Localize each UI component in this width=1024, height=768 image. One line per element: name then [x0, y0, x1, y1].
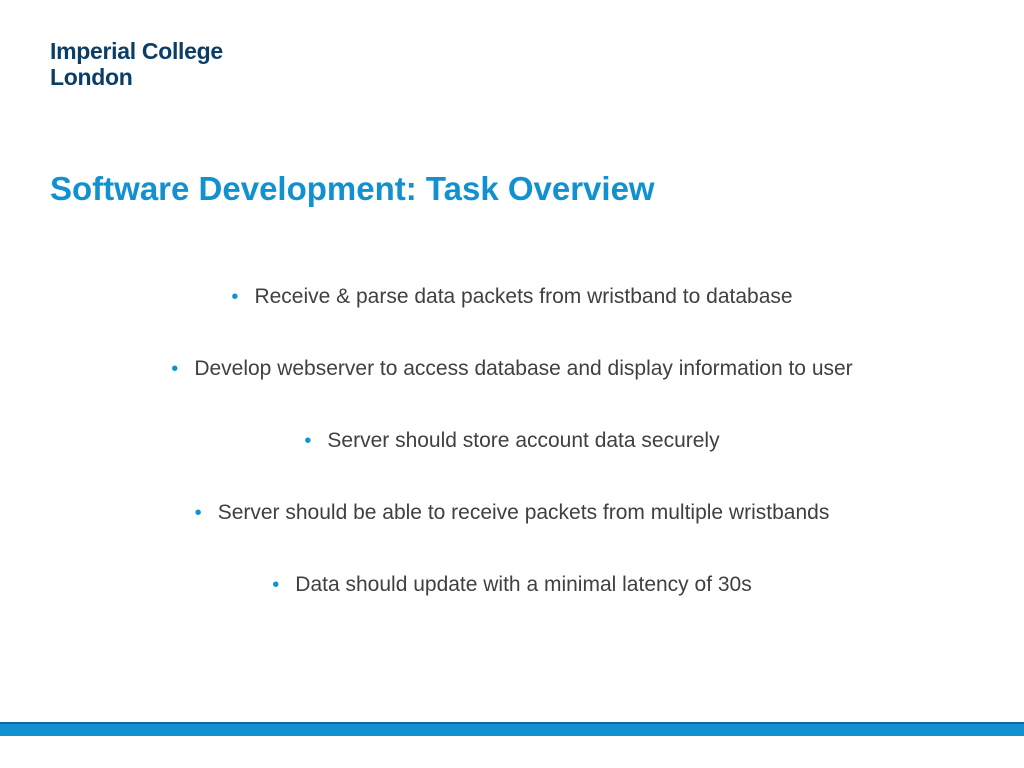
list-item: • Data should update with a minimal late… [272, 573, 751, 597]
list-item-text: Server should store account data securel… [327, 429, 719, 453]
bullet-icon: • [195, 503, 202, 523]
logo-line-2: London [50, 64, 223, 90]
bullet-icon: • [272, 575, 279, 595]
list-item-text: Server should be able to receive packets… [218, 501, 830, 525]
list-item: • Develop webserver to access database a… [171, 357, 852, 381]
logo-line-1: Imperial College [50, 38, 223, 64]
bullet-list: • Receive & parse data packets from wris… [0, 285, 1024, 645]
slide-title: Software Development: Task Overview [50, 170, 655, 208]
bullet-icon: • [171, 359, 178, 379]
institution-logo: Imperial College London [50, 38, 223, 91]
bullet-icon: • [231, 287, 238, 307]
list-item: • Server should be able to receive packe… [195, 501, 830, 525]
list-item: • Receive & parse data packets from wris… [231, 285, 792, 309]
bullet-icon: • [304, 431, 311, 451]
list-item-text: Develop webserver to access database and… [194, 357, 852, 381]
footer-accent-bar [0, 722, 1024, 736]
list-item-text: Data should update with a minimal latenc… [295, 573, 751, 597]
list-item: • Server should store account data secur… [304, 429, 719, 453]
list-item-text: Receive & parse data packets from wristb… [254, 285, 792, 309]
